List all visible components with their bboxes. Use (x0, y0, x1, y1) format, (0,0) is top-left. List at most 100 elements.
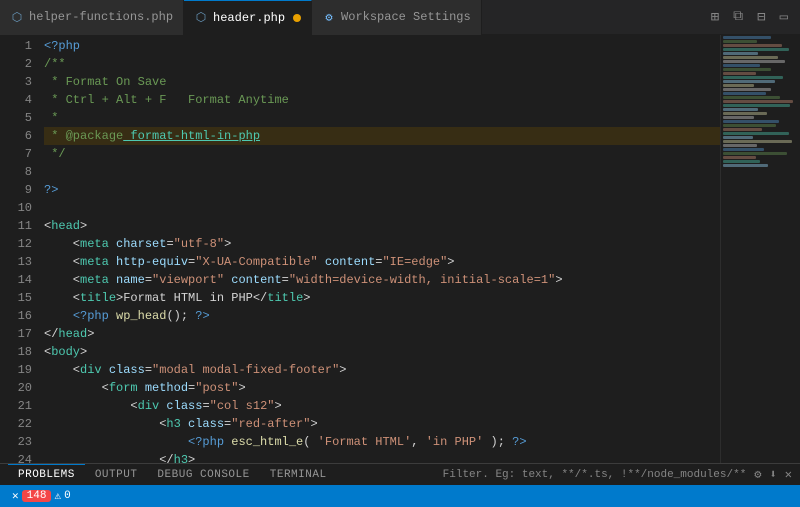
token: < (44, 361, 80, 379)
token: meta (80, 253, 109, 271)
token: "viewport" (152, 271, 224, 289)
panel-tab-debug[interactable]: DEBUG CONSOLE (147, 464, 259, 486)
layout-icon[interactable]: ⊟ (753, 7, 769, 28)
token: </ (253, 289, 267, 307)
token: h3 (174, 451, 188, 463)
token: ?> (44, 181, 58, 199)
token: div (138, 397, 160, 415)
token: esc_html_e (224, 433, 303, 451)
code-line: </h3> (44, 451, 720, 463)
line-number: 18 (0, 343, 32, 361)
remote-icon[interactable]: ⊞ (707, 7, 723, 28)
token: ); (483, 433, 512, 451)
token: < (44, 379, 109, 397)
line-number: 15 (0, 289, 32, 307)
status-errors[interactable]: ✕ 148 ⚠ 0 (8, 485, 75, 507)
token: "utf-8" (174, 235, 224, 253)
minimap-line (723, 64, 760, 67)
token: </ (44, 325, 58, 343)
minimap-line (723, 56, 778, 59)
filter-settings-icon[interactable]: ⚙ (754, 467, 761, 482)
panel-icon[interactable]: ▭ (776, 7, 792, 28)
toolbar-right: ⊞ ⧉ ⊟ ▭ (699, 7, 800, 28)
token: = (282, 271, 289, 289)
code-line: <h3 class="red-after"> (44, 415, 720, 433)
token: http-equiv (109, 253, 188, 271)
code-line: * Format On Save (44, 73, 720, 91)
code-line: <div class="modal modal-fixed-footer"> (44, 361, 720, 379)
token: * (44, 109, 58, 127)
code-line: ?> (44, 181, 720, 199)
minimap-line (723, 160, 760, 163)
token: = (188, 253, 195, 271)
line-number: 13 (0, 253, 32, 271)
token: class (159, 397, 202, 415)
token: ?> (512, 433, 526, 451)
token: title (80, 289, 116, 307)
line-numbers: 1234567891011121314151617181920212223242… (0, 35, 40, 463)
tab-helper[interactable]: ⬡ helper-functions.php (0, 0, 184, 35)
token: "modal modal-fixed-footer" (152, 361, 339, 379)
line-number: 16 (0, 307, 32, 325)
token: /** (44, 55, 66, 73)
token: < (44, 217, 51, 235)
token: = (145, 271, 152, 289)
token: method (138, 379, 188, 397)
token: > (116, 289, 123, 307)
token: > (80, 217, 87, 235)
split-editor-icon[interactable]: ⧉ (729, 7, 747, 27)
token: < (44, 415, 166, 433)
line-number: 19 (0, 361, 32, 379)
panel-tab-output[interactable]: OUTPUT (85, 464, 148, 486)
minimap-line (723, 88, 771, 91)
line-number: 24 (0, 451, 32, 463)
token: > (447, 253, 454, 271)
minimap-line (723, 84, 754, 87)
minimap-line (723, 60, 785, 63)
minimap-line (723, 108, 758, 111)
token: < (44, 271, 80, 289)
editor-container: 1234567891011121314151617181920212223242… (0, 35, 800, 463)
code-line: <form method="post"> (44, 379, 720, 397)
token: div (80, 361, 102, 379)
token: = (224, 415, 231, 433)
token: <?php (188, 433, 224, 451)
tab-header[interactable]: ⬡ header.php (184, 0, 312, 35)
minimap-line (723, 104, 790, 107)
minimap-line (723, 72, 756, 75)
token: > (303, 289, 310, 307)
line-number: 5 (0, 109, 32, 127)
minimap-line (723, 68, 771, 71)
error-icon: ✕ (12, 489, 19, 503)
token: , (411, 433, 425, 451)
token: 'in PHP' (426, 433, 484, 451)
code-line: * Ctrl + Alt + F Format Anytime (44, 91, 720, 109)
panel-tab-problems[interactable]: PROBLEMS (8, 464, 85, 486)
token: "red-after" (231, 415, 310, 433)
token: > (339, 361, 346, 379)
token: = (375, 253, 382, 271)
tab-workspace[interactable]: ⚙ Workspace Settings (312, 0, 482, 35)
line-number: 6 (0, 127, 32, 145)
code-content[interactable]: <?php /** * Format On Save * Ctrl + Alt +… (40, 35, 720, 463)
minimap-line (723, 80, 775, 83)
token: (); (166, 307, 195, 325)
token: name (109, 271, 145, 289)
line-number: 14 (0, 271, 32, 289)
minimap-line (723, 96, 780, 99)
token: charset (109, 235, 167, 253)
bottom-panel: PROBLEMS OUTPUT DEBUG CONSOLE TERMINAL F… (0, 463, 800, 485)
panel-tab-terminal[interactable]: TERMINAL (260, 464, 337, 486)
token: "X-UA-Compatible" (195, 253, 317, 271)
line-number: 7 (0, 145, 32, 163)
php-icon: ⬡ (10, 10, 24, 24)
token: "post" (195, 379, 238, 397)
collapse-icon[interactable]: ⬇ (770, 467, 777, 482)
minimap-line (723, 128, 762, 131)
token: @package (66, 127, 124, 145)
close-panel-icon[interactable]: ✕ (785, 467, 792, 482)
minimap-line (723, 124, 776, 127)
tab-workspace-label: Workspace Settings (341, 10, 471, 24)
line-number: 11 (0, 217, 32, 235)
minimap-line (723, 92, 766, 95)
